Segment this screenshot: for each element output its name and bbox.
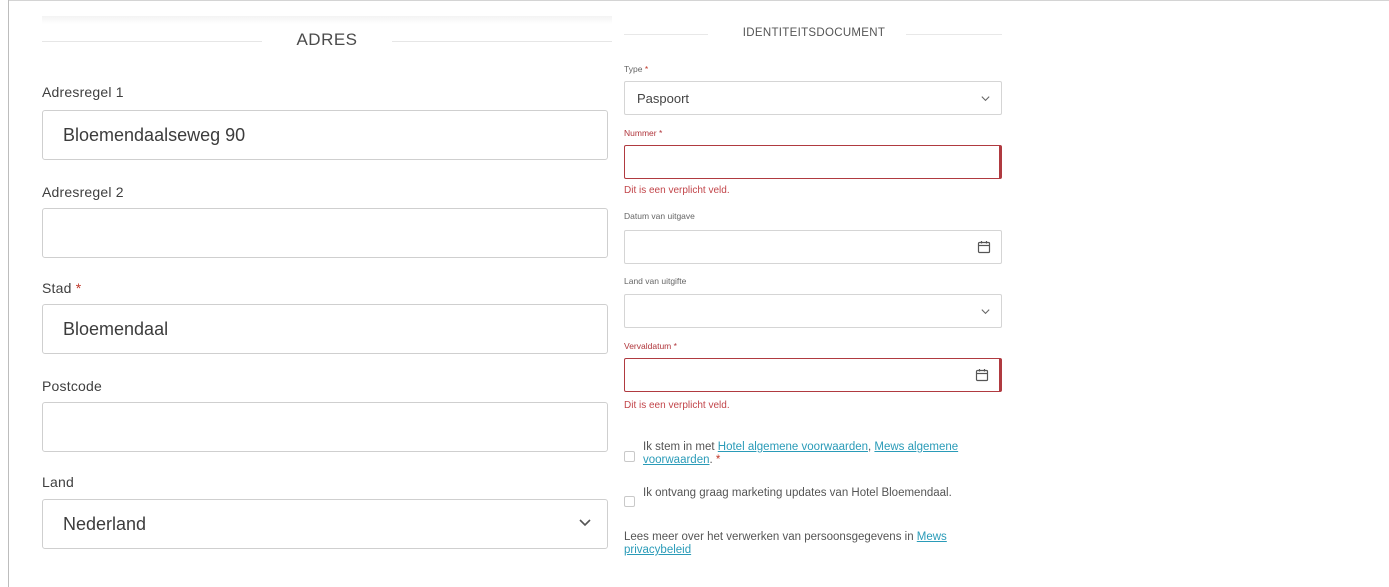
type-label-text: Type <box>624 64 643 74</box>
expiry-error-message: Dit is een verplicht veld. <box>624 400 730 411</box>
document-type-select[interactable]: Paspoort <box>624 81 1002 115</box>
section-top-divider <box>42 16 612 24</box>
chevron-down-icon <box>579 519 591 527</box>
type-required-mark: * <box>644 64 649 74</box>
expiry-label-text: Vervaldatum <box>624 341 672 351</box>
document-type-value: Paspoort <box>637 90 690 106</box>
hotel-terms-link[interactable]: Hotel algemene voorwaarden <box>718 441 868 453</box>
marketing-text: Ik ontvang graag marketing updates van H… <box>643 487 952 499</box>
city-required-mark: * <box>75 280 82 296</box>
terms-suffix: . <box>709 454 713 466</box>
terms-required-mark: * <box>715 454 721 466</box>
expiry-label: Vervaldatum * <box>624 341 677 351</box>
issue-date-label: Datum van uitgave <box>624 211 695 221</box>
calendar-icon[interactable] <box>977 240 991 254</box>
type-label: Type * <box>624 64 648 74</box>
identity-title: IDENTITEITSDOCUMENT <box>742 27 886 39</box>
address-line1-label: Adresregel 1 <box>42 84 124 100</box>
chevron-down-icon <box>981 96 990 102</box>
number-label-text: Nummer <box>624 128 657 138</box>
address-title: ADRES <box>296 30 358 49</box>
country-select[interactable]: Nederland <box>42 499 608 549</box>
expiry-date-input[interactable] <box>624 358 1002 392</box>
chevron-down-icon <box>981 309 990 315</box>
document-number-input[interactable] <box>624 145 1002 179</box>
address-line2-label: Adresregel 2 <box>42 184 124 200</box>
address-line2-input[interactable] <box>42 208 608 258</box>
frame-top-border <box>8 0 1389 1</box>
frame-left-border <box>8 0 9 587</box>
expiry-required-mark: * <box>673 341 677 351</box>
number-label: Nummer * <box>624 128 662 138</box>
terms-checkbox[interactable] <box>624 451 635 462</box>
terms-text: Ik stem in met Hotel algemene voorwaarde… <box>643 441 1005 467</box>
address-line1-value: Bloemendaalseweg 90 <box>63 124 246 145</box>
city-label: Stad * <box>42 280 81 296</box>
calendar-icon[interactable] <box>975 368 989 382</box>
city-input[interactable]: Bloemendaal <box>42 304 608 354</box>
header-rule-right <box>392 41 612 42</box>
city-label-text: Stad <box>42 280 72 296</box>
issue-country-select[interactable] <box>624 294 1002 328</box>
identity-header: IDENTITEITSDOCUMENT <box>624 22 1004 46</box>
marketing-checkbox[interactable] <box>624 496 635 507</box>
privacy-prefix: Lees meer over het verwerken van persoon… <box>624 531 917 543</box>
issue-date-input[interactable] <box>624 230 1002 264</box>
terms-prefix: Ik stem in met <box>643 441 718 453</box>
address-header: ADRES <box>42 24 612 58</box>
country-label: Land <box>42 474 74 490</box>
issue-country-label: Land van uitgifte <box>624 276 687 286</box>
privacy-text: Lees meer over het verwerken van persoon… <box>624 531 1002 557</box>
city-value: Bloemendaal <box>63 318 169 339</box>
postcode-input[interactable] <box>42 402 608 452</box>
number-required-mark: * <box>658 128 663 138</box>
header-rule-right <box>906 34 1002 35</box>
address-line1-input[interactable]: Bloemendaalseweg 90 <box>42 110 608 160</box>
country-value: Nederland <box>63 513 147 534</box>
number-error-message: Dit is een verplicht veld. <box>624 185 730 196</box>
postcode-label: Postcode <box>42 378 102 394</box>
